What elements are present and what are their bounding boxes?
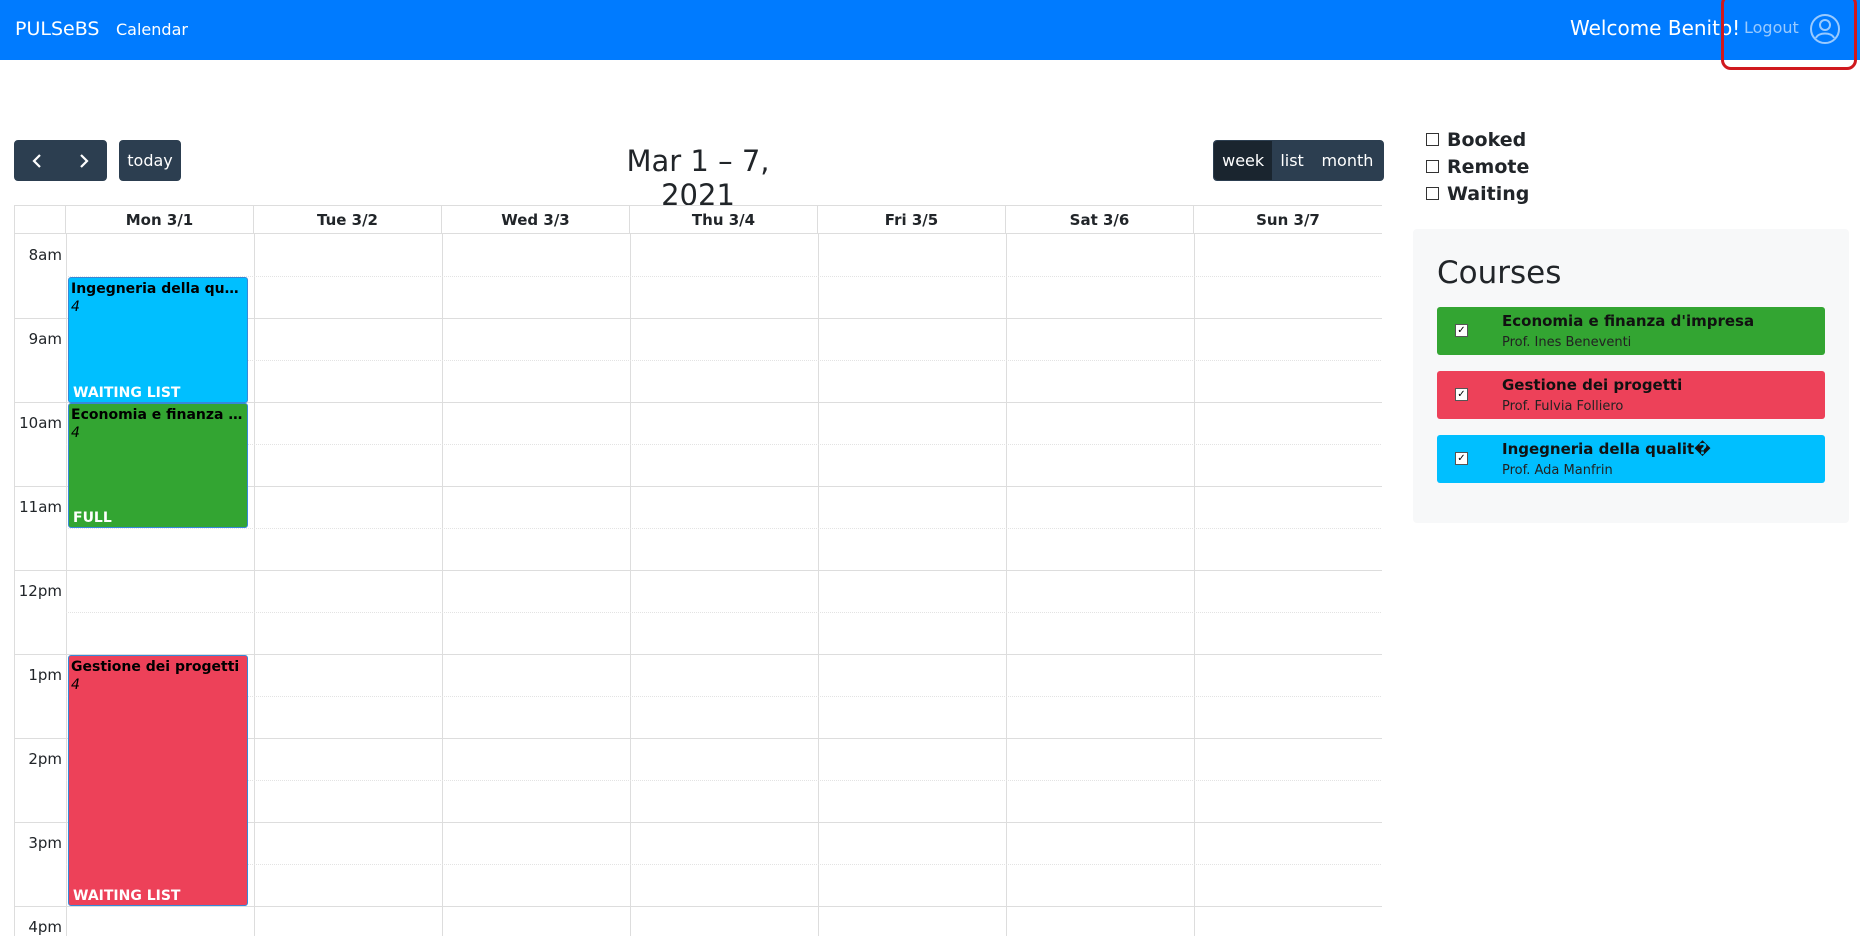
course-name: Economia e finanza d'impresa — [1502, 312, 1755, 330]
day-header-sat: Sat 3/6 — [1006, 206, 1194, 234]
slot-line — [66, 780, 1382, 781]
courses-panel: Courses ✓ Economia e finanza d'impresa P… — [1413, 229, 1849, 523]
column-line — [254, 234, 255, 936]
column-line — [442, 234, 443, 936]
course-professor: Prof. Ines Beneventi — [1502, 335, 1632, 350]
slot-line — [66, 528, 1382, 529]
slot-line — [66, 696, 1382, 697]
slot-line — [66, 612, 1382, 613]
course-name: Gestione dei progetti — [1502, 376, 1683, 394]
filter-waiting[interactable]: Waiting — [1426, 180, 1529, 207]
time-label-9am: 9am — [28, 330, 62, 348]
hour-line — [15, 906, 1382, 907]
filter-label: Remote — [1447, 155, 1530, 178]
filter-list: Booked Remote Waiting — [1426, 126, 1529, 207]
course-professor: Prof. Ada Manfrin — [1502, 463, 1613, 478]
welcome-text: Welcome Benito! — [1570, 16, 1741, 40]
column-line — [818, 234, 819, 936]
logout-highlight-box — [1721, 0, 1857, 70]
nav-calendar-link[interactable]: Calendar — [116, 20, 188, 39]
time-label-12pm: 12pm — [18, 582, 62, 600]
courses-heading: Courses — [1437, 255, 1562, 291]
day-header-wed: Wed 3/3 — [442, 206, 630, 234]
column-line — [630, 234, 631, 936]
filter-label: Booked — [1447, 128, 1527, 151]
day-header-fri: Fri 3/5 — [818, 206, 1006, 234]
column-line — [66, 234, 67, 936]
time-label-10am: 10am — [19, 414, 62, 432]
filter-remote[interactable]: Remote — [1426, 153, 1529, 180]
view-month-button[interactable]: month — [1312, 141, 1383, 180]
event-title: Gestione dei progetti — [71, 659, 240, 675]
checkbox[interactable] — [1426, 133, 1439, 146]
time-label-11am: 11am — [19, 498, 62, 516]
time-label-3pm: 3pm — [28, 834, 62, 852]
view-list-button[interactable]: list — [1272, 141, 1312, 180]
filter-booked[interactable]: Booked — [1426, 126, 1529, 153]
course-professor: Prof. Fulvia Folliero — [1502, 399, 1624, 414]
course-checkbox[interactable]: ✓ — [1455, 388, 1468, 401]
checkbox[interactable] — [1426, 187, 1439, 200]
event-status: WAITING LIST — [73, 385, 181, 401]
course-item[interactable]: ✓ Economia e finanza d'impresa Prof. Ine… — [1437, 307, 1825, 355]
column-line — [1006, 234, 1007, 936]
day-header-thu: Thu 3/4 — [630, 206, 818, 234]
view-switcher: week list month — [1213, 140, 1384, 181]
view-week-button[interactable]: week — [1214, 141, 1273, 180]
time-axis-header — [15, 206, 66, 234]
course-item[interactable]: ✓ Ingegneria della qualit� Prof. Ada Man… — [1437, 435, 1825, 483]
checkbox[interactable] — [1426, 160, 1439, 173]
time-label-4pm: 4pm — [28, 918, 62, 936]
event-title: Ingegneria della qualit� — [71, 281, 245, 297]
event-status: FULL — [73, 510, 112, 526]
today-button[interactable]: today — [119, 140, 181, 181]
day-header-mon: Mon 3/1 — [66, 206, 254, 234]
day-header-sun: Sun 3/7 — [1194, 206, 1382, 234]
chevron-left-icon[interactable] — [15, 141, 61, 180]
event-status: WAITING LIST — [73, 888, 181, 904]
week-calendar: Mon 3/1 Tue 3/2 Wed 3/3 Thu 3/4 Fri 3/5 … — [14, 205, 1382, 936]
calendar-title: Mar 1 – 7, 2021 — [626, 144, 770, 212]
course-name: Ingegneria della qualit� — [1502, 440, 1711, 458]
slot-line — [66, 276, 1382, 277]
calendar-event[interactable]: Economia e finanza d'impresa 4 FULL — [68, 403, 248, 528]
day-header-tue: Tue 3/2 — [254, 206, 442, 234]
slot-line — [66, 444, 1382, 445]
hour-line — [15, 570, 1382, 571]
slot-line — [66, 864, 1382, 865]
time-label-8am: 8am — [28, 246, 62, 264]
brand-link[interactable]: PULSeBS — [15, 18, 99, 40]
time-label-2pm: 2pm — [28, 750, 62, 768]
calendar-event[interactable]: Ingegneria della qualit� 4 WAITING LIST — [68, 277, 248, 403]
event-title: Economia e finanza d'impresa — [71, 407, 245, 423]
event-count: 4 — [71, 299, 80, 315]
filter-label: Waiting — [1447, 182, 1530, 205]
calendar-event[interactable]: Gestione dei progetti 4 WAITING LIST — [68, 655, 248, 906]
course-checkbox[interactable]: ✓ — [1455, 452, 1468, 465]
event-count: 4 — [71, 425, 80, 441]
time-label-1pm: 1pm — [28, 666, 62, 684]
prev-next-group — [14, 140, 107, 181]
navbar: PULSeBS Calendar Welcome Benito! Logout — [0, 0, 1860, 60]
event-count: 4 — [71, 677, 80, 693]
course-item[interactable]: ✓ Gestione dei progetti Prof. Fulvia Fol… — [1437, 371, 1825, 419]
course-checkbox[interactable]: ✓ — [1455, 324, 1468, 337]
slot-line — [66, 360, 1382, 361]
column-line — [1194, 234, 1195, 936]
chevron-right-icon[interactable] — [61, 141, 107, 180]
